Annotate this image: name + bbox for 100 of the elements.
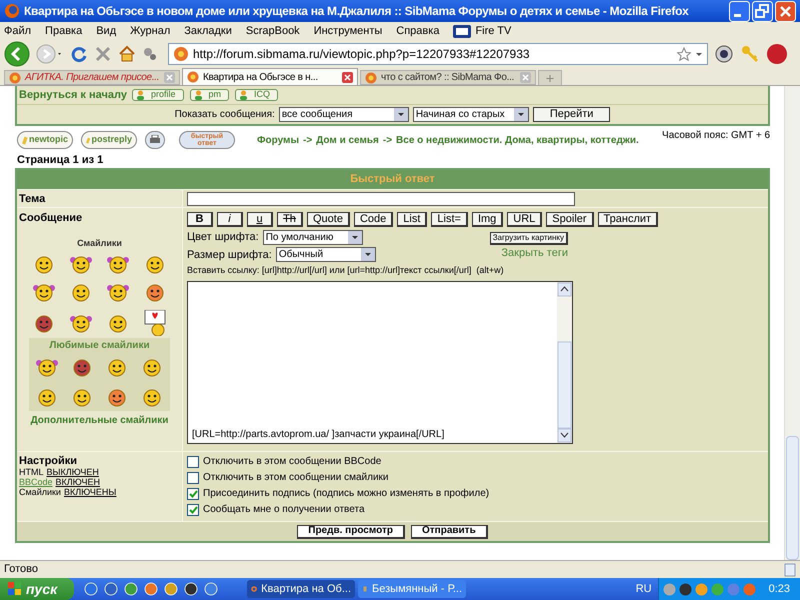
breadcrumb-link[interactable]: Дом и семья <box>316 132 379 148</box>
textarea-scrollbar-icon[interactable] <box>557 282 572 442</box>
more-smileys-link[interactable]: Дополнительные смайлики <box>19 413 180 428</box>
format-button[interactable]: List <box>397 212 428 227</box>
smiley-icon[interactable] <box>107 313 130 333</box>
menu-item[interactable]: ScrapBook <box>246 22 300 40</box>
post-reply-button[interactable]: postreply <box>81 131 137 149</box>
smiley-icon[interactable] <box>32 282 55 302</box>
restore-icon[interactable] <box>752 0 773 22</box>
profile-button[interactable]: pm <box>190 89 230 101</box>
smiley-icon[interactable] <box>70 254 92 274</box>
smiley-icon[interactable] <box>141 357 164 377</box>
preview-button[interactable]: Предв. просмотр <box>297 524 405 538</box>
tray-icon[interactable] <box>678 582 692 596</box>
windows-logo-icon[interactable] <box>8 582 22 596</box>
new-topic-button[interactable]: newtopic <box>17 131 73 149</box>
font-size-dropdown[interactable]: Обычный <box>276 247 376 262</box>
quick-launch-icon[interactable] <box>124 582 138 596</box>
menu-item[interactable]: Файл <box>4 22 32 40</box>
format-button[interactable]: Quote <box>307 212 350 227</box>
person-icon[interactable] <box>194 90 203 100</box>
smiley-icon[interactable] <box>70 387 93 407</box>
menu-item[interactable]: Справка <box>396 22 440 40</box>
browser-tab[interactable]: Квартира на Обьгэсе в н... <box>182 68 358 85</box>
breadcrumb-link[interactable]: Форумы <box>257 132 299 148</box>
menu-item[interactable]: Правка <box>45 22 82 40</box>
smiley-with-sign-icon[interactable] <box>144 310 166 336</box>
smiley-icon[interactable] <box>70 313 92 333</box>
smiley-icon[interactable] <box>107 282 130 302</box>
upload-image-button[interactable]: Загрузить картинку <box>490 232 568 245</box>
option-checkbox[interactable] <box>187 472 199 484</box>
profile-button[interactable]: profile <box>132 89 184 101</box>
minimize-icon[interactable] <box>729 0 750 22</box>
breadcrumb-link[interactable]: Все о недвижимости. Дома, квартиры, коттеджи. <box>396 132 639 148</box>
menu-item[interactable]: Fire TV <box>475 22 512 40</box>
message-textarea[interactable]: [URL=http://parts.avtoprom.ua/ ]запчасти украина[/URL] <box>187 280 573 444</box>
format-button[interactable]: B <box>187 212 213 227</box>
close-icon[interactable] <box>342 72 353 82</box>
home-icon[interactable] <box>118 45 136 63</box>
smiley-icon[interactable] <box>107 254 130 274</box>
sort-order-dropdown[interactable]: Начиная со старых <box>412 107 529 122</box>
print-button[interactable] <box>145 131 165 149</box>
back-to-top-link[interactable]: Вернуться к началу <box>19 86 126 104</box>
smiley-icon[interactable] <box>32 313 55 333</box>
quick-launch-icon[interactable] <box>84 582 98 596</box>
profile-button[interactable]: ICQ <box>235 89 278 101</box>
format-button[interactable]: Th <box>277 212 303 227</box>
messages-filter-dropdown[interactable]: все сообщения <box>278 107 409 122</box>
format-button[interactable]: Транслит <box>598 212 658 227</box>
format-button[interactable]: Code <box>354 212 394 227</box>
person-icon[interactable] <box>239 90 248 100</box>
star-icon[interactable] <box>677 47 691 61</box>
start-button[interactable]: пуск <box>0 578 74 600</box>
submit-button[interactable]: Отправить <box>411 524 488 538</box>
menu-item[interactable]: Инструменты <box>314 22 382 40</box>
menu-item[interactable]: Закладки <box>184 22 232 40</box>
format-button[interactable]: i <box>217 212 243 227</box>
go-button[interactable]: Перейти <box>532 107 610 122</box>
printer-icon[interactable] <box>149 135 161 145</box>
reload-icon[interactable] <box>70 45 88 63</box>
option-checkbox[interactable] <box>187 456 199 468</box>
smiley-icon[interactable] <box>70 357 93 377</box>
tv-icon[interactable] <box>453 24 472 38</box>
person-icon[interactable] <box>136 90 145 100</box>
quick-launch-icon[interactable] <box>184 582 198 596</box>
site-icon[interactable] <box>187 71 199 83</box>
setting-status-link[interactable]: ВЫКЛЮЧЕН <box>46 467 99 477</box>
close-icon[interactable] <box>775 0 796 22</box>
taskbar-button[interactable]: Квартира на Об... <box>247 580 355 598</box>
menu-item[interactable]: Журнал <box>130 22 170 40</box>
quick-launch-icon[interactable] <box>104 582 118 596</box>
format-button[interactable]: List= <box>431 212 468 227</box>
format-button[interactable]: Spoiler <box>546 212 594 227</box>
smiley-icon[interactable] <box>70 282 92 302</box>
quick-launch-icon[interactable] <box>204 582 218 596</box>
taskbar-button[interactable]: Безымянный - Р... <box>358 580 466 598</box>
back-icon[interactable] <box>4 41 30 67</box>
subject-field[interactable] <box>187 192 575 206</box>
address-field[interactable]: http://forum.sibmama.ru/viewtopic.php?p=12207933#12207933 <box>168 43 708 65</box>
smiley-icon[interactable] <box>141 387 164 407</box>
setting-status-link[interactable]: ВКЛЮЧЕНЫ <box>64 487 116 497</box>
site-icon[interactable] <box>173 46 189 62</box>
smiley-icon[interactable] <box>36 387 58 407</box>
smiley-icon[interactable] <box>32 254 55 274</box>
link-hint-text: Вставить ссылку: [url]http://url[/url] или [url=http://url]текст ссылки[/url] (alt+w) <box>187 264 505 277</box>
smiley-icon[interactable] <box>144 282 166 302</box>
smiley-icon[interactable] <box>106 387 128 407</box>
quick-launch-icon[interactable] <box>144 582 158 596</box>
format-button[interactable]: Img <box>472 212 504 227</box>
smiley-icon[interactable] <box>36 357 58 377</box>
smiley-icon[interactable] <box>106 357 128 377</box>
menu-item[interactable]: Вид <box>96 22 116 40</box>
format-button[interactable]: u <box>247 212 273 227</box>
format-button[interactable]: URL <box>507 212 542 227</box>
quick-launch-icon[interactable] <box>164 582 178 596</box>
firefox-icon[interactable] <box>251 583 258 595</box>
smiley-icon[interactable] <box>144 254 166 274</box>
page-scrollbar[interactable] <box>784 86 800 560</box>
setting-status-link[interactable]: ВКЛЮЧЕН <box>56 477 100 487</box>
font-color-dropdown[interactable]: По умолчанию <box>262 230 363 245</box>
